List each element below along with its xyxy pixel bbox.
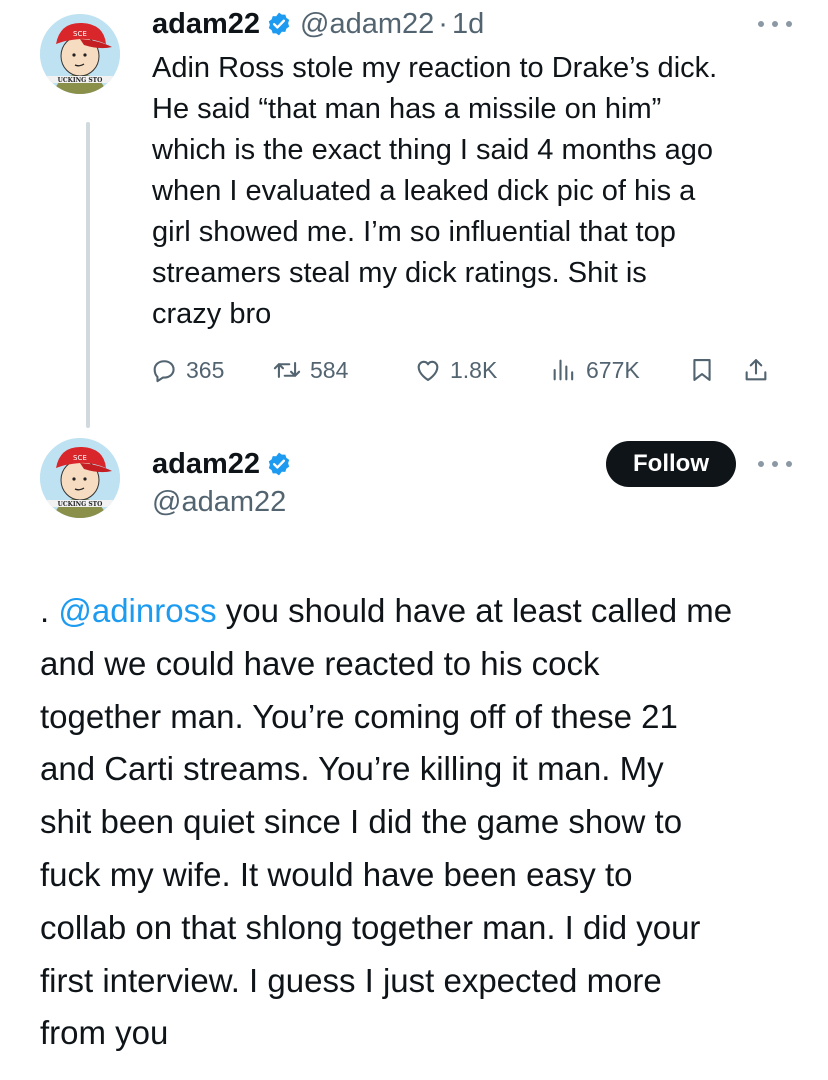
- author-handle[interactable]: @adam22: [300, 8, 434, 41]
- tweet-header: adam22 @adam22 · 1d: [152, 4, 484, 44]
- more-icon[interactable]: [758, 16, 792, 32]
- tweet-text-line: streamers steal my dick ratings. Shit is: [152, 257, 647, 289]
- verified-icon: [266, 11, 292, 37]
- reply-icon: [153, 360, 175, 383]
- avatar[interactable]: SCE UCKING STO: [40, 14, 120, 94]
- share-button[interactable]: [742, 348, 770, 392]
- tweet-text-line: which is the exact thing I said 4 months…: [152, 134, 713, 166]
- tweet-text-line: shit been quiet since I did the game sho…: [40, 803, 683, 841]
- repost-button[interactable]: 584: [272, 348, 348, 392]
- tweet-text-line: crazy bro: [152, 298, 272, 330]
- author-handle[interactable]: @adam22: [152, 486, 286, 519]
- svg-text:SCE: SCE: [73, 454, 87, 462]
- tweet-header: adam22: [152, 444, 300, 484]
- tweet-text-line: collab on that shlong together man. I di…: [40, 908, 701, 946]
- repost-count: 584: [310, 356, 349, 383]
- like-count: 1.8K: [450, 356, 498, 383]
- svg-text:UCKING STO: UCKING STO: [58, 77, 103, 84]
- tweet-text-line: from you: [40, 1014, 169, 1052]
- verified-icon: [266, 451, 292, 477]
- mention-link[interactable]: @adinross: [58, 592, 216, 629]
- like-button[interactable]: 1.8K: [414, 348, 497, 392]
- tweet-text-line: He said “that man has a missile on him”: [152, 93, 662, 125]
- tweet-text-line: . @adinross you should have at least cal…: [40, 585, 820, 638]
- reply-count: 365: [186, 356, 225, 383]
- tweet-text-line: when I evaluated a leaked dick pic of hi…: [152, 175, 696, 207]
- tweet-text-line: Adin Ross stole my reaction to Drake’s d…: [152, 52, 718, 84]
- reply-button[interactable]: 365: [150, 348, 224, 392]
- thread-connector-line: [86, 122, 90, 428]
- bookmark-icon: [693, 359, 711, 381]
- share-icon: [745, 359, 767, 381]
- tweet-text-line: and we could have reacted to his cock: [40, 644, 600, 682]
- repost-icon: [273, 362, 301, 378]
- tweet-text-line: fuck my wife. It would have been easy to: [40, 855, 633, 893]
- post-timestamp[interactable]: 1d: [452, 8, 484, 41]
- tweet-text: Adin Ross stole my reaction to Drake’s d…: [152, 48, 802, 335]
- tweet-text-line: and Carti streams. You’re killing it man…: [40, 750, 664, 788]
- more-icon[interactable]: [758, 456, 792, 472]
- tweet-text-line: together man. You’re coming off of these…: [40, 697, 678, 735]
- avatar[interactable]: SCE UCKING STO: [40, 438, 120, 518]
- avatar-cartoon-image: SCE UCKING STO: [40, 438, 120, 518]
- author-name[interactable]: adam22: [152, 448, 260, 481]
- tweet-action-bar: 365 584 1.8K 677K: [150, 348, 790, 392]
- author-name[interactable]: adam22: [152, 8, 260, 41]
- separator-dot: ·: [438, 7, 448, 40]
- tweet-text-segment: you should have at least called me: [216, 592, 733, 629]
- svg-text:SCE: SCE: [73, 30, 87, 38]
- tweet-text-line: girl showed me. I’m so influential that …: [152, 216, 676, 248]
- tweet-text-line: first interview. I guess I just expected…: [40, 961, 662, 999]
- tweet-text: . @adinross you should have at least cal…: [40, 585, 820, 1060]
- views-count: 677K: [586, 356, 640, 383]
- follow-button[interactable]: Follow: [606, 441, 736, 487]
- text-prefix: .: [40, 592, 59, 629]
- like-icon: [417, 360, 439, 381]
- avatar-cartoon-image: SCE UCKING STO: [40, 14, 120, 94]
- views-icon: [553, 359, 574, 381]
- views-button[interactable]: 677K: [550, 348, 640, 392]
- svg-text:UCKING STO: UCKING STO: [58, 501, 103, 508]
- bookmark-button[interactable]: [688, 348, 716, 392]
